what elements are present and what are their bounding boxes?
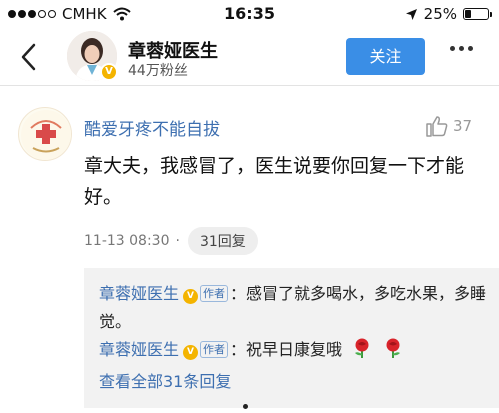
reply-author-name[interactable]: 章蓉娅医生 bbox=[99, 284, 179, 303]
author-tag: 作者 bbox=[200, 285, 229, 302]
verified-badge-icon: V bbox=[183, 345, 199, 360]
profile-header: V 章蓉娅医生 44万粉丝 关注 bbox=[0, 28, 499, 86]
reply-count-button[interactable]: 31回复 bbox=[187, 227, 258, 255]
location-arrow-icon bbox=[405, 8, 417, 20]
author-tag: 作者 bbox=[200, 341, 229, 358]
battery-icon bbox=[463, 8, 492, 20]
reply-text: ：祝早日康复哦 bbox=[230, 340, 343, 359]
reply-author-name[interactable]: 章蓉娅医生 bbox=[99, 340, 179, 359]
verified-badge-icon: V bbox=[183, 289, 199, 304]
back-arrow-icon[interactable] bbox=[14, 40, 44, 74]
replies-panel: 章蓉娅医生 V 作者 ：感冒了就多喝水，多吃水果，多睡觉。 章蓉娅医生 V 作者 ：祝早日康… bbox=[84, 268, 499, 408]
comment-date: 11-13 08:30 bbox=[84, 233, 170, 249]
reply-item[interactable]: 章蓉娅医生 V 作者 ：感冒了就多喝水，多吃水果，多睡觉。 bbox=[99, 280, 489, 336]
bottom-dot bbox=[243, 404, 248, 409]
like-count: 37 bbox=[453, 117, 473, 135]
comment-text: 章大夫，我感冒了，医生说要你回复一下才能好。 bbox=[84, 155, 465, 208]
comment-meta: 11-13 08:30 · 31回复 bbox=[84, 227, 258, 255]
commenter-avatar[interactable] bbox=[18, 107, 72, 161]
like-button[interactable]: 37 bbox=[425, 115, 472, 137]
more-dots-icon[interactable] bbox=[450, 46, 473, 51]
reply-item[interactable]: 章蓉娅医生 V 作者 ：祝早日康复哦 bbox=[99, 336, 404, 364]
status-right: 25% bbox=[405, 5, 492, 23]
status-bar: CMHK 16:35 25% bbox=[0, 0, 499, 28]
meta-separator: · bbox=[175, 233, 180, 249]
verified-badge-icon: V bbox=[100, 63, 118, 81]
commenter-name[interactable]: 酷爱牙疼不能自拔 bbox=[84, 115, 220, 140]
fans-count: 44万粉丝 bbox=[128, 63, 188, 79]
follow-button[interactable]: 关注 bbox=[346, 38, 425, 75]
battery-percent: 25% bbox=[423, 5, 457, 23]
rose-icon bbox=[355, 338, 369, 358]
thumbs-up-icon bbox=[426, 116, 448, 137]
rose-icon bbox=[386, 338, 401, 358]
view-all-replies-link[interactable]: 查看全部31条回复 bbox=[99, 368, 231, 392]
